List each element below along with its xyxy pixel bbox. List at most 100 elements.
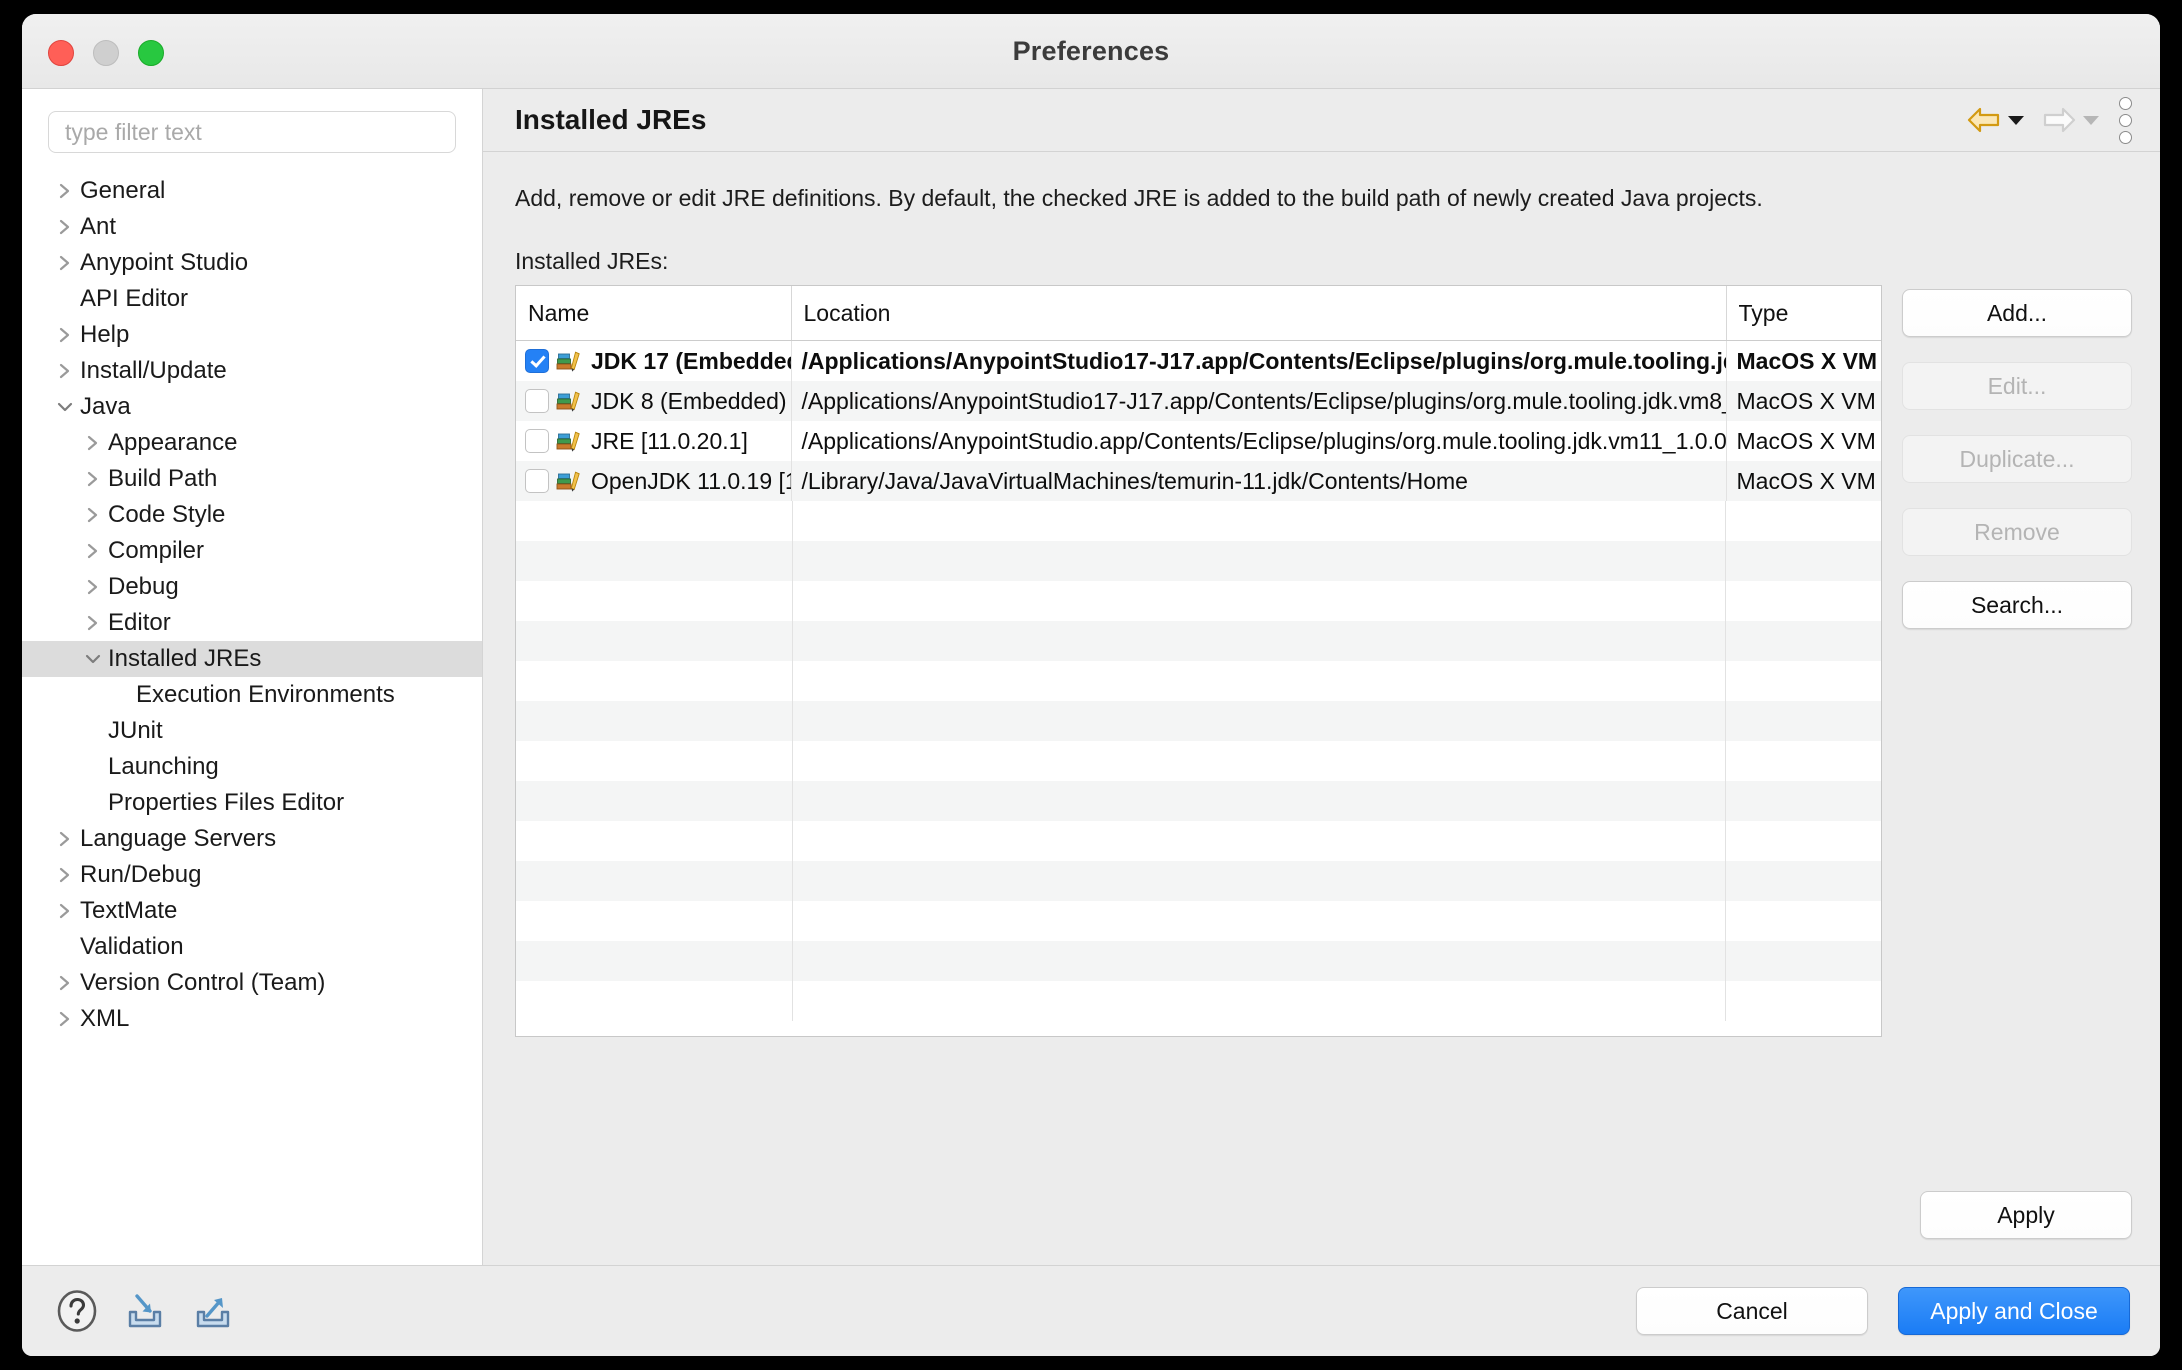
jre-location: /Applications/AnypointStudio.app/Content…	[801, 427, 1726, 454]
sidebar-item-debug[interactable]: Debug	[22, 569, 482, 605]
chevron-right-icon[interactable]	[50, 181, 80, 201]
chevron-right-icon[interactable]	[78, 613, 108, 633]
chevron-right-icon[interactable]	[78, 505, 108, 525]
edit-button: Edit...	[1902, 362, 2132, 410]
remove-button: Remove	[1902, 508, 2132, 556]
sidebar-item-build-path[interactable]: Build Path	[22, 461, 482, 497]
table-row[interactable]: JDK 17 (Embedded) (default) /Applications…	[516, 340, 1881, 382]
cell-type: MacOS X VM	[1725, 421, 1881, 461]
cell-name: OpenJDK 11.0.19 [11.0.19]	[516, 461, 791, 501]
apply-button[interactable]: Apply	[1920, 1191, 2132, 1239]
jre-checkbox[interactable]	[525, 469, 549, 493]
sidebar-item-label: Debug	[108, 573, 179, 600]
chevron-right-icon[interactable]	[78, 577, 108, 597]
chevron-right-icon[interactable]	[78, 433, 108, 453]
cell-name: JDK 17 (Embedded) (default)	[516, 341, 791, 382]
sidebar-item-label: Help	[80, 321, 130, 348]
table-empty-row	[516, 861, 1881, 901]
chevron-right-icon[interactable]	[78, 541, 108, 561]
sidebar-item-label: Installed JREs	[108, 645, 262, 672]
sidebar-item-xml[interactable]: XML	[22, 1001, 482, 1037]
jre-checkbox[interactable]	[525, 349, 549, 373]
sidebar-item-install-update[interactable]: Install/Update	[22, 353, 482, 389]
chevron-right-icon[interactable]	[78, 469, 108, 489]
table-row[interactable]: JDK 8 (Embedded) /Applications/AnypointSt…	[516, 381, 1881, 421]
sidebar-item-general[interactable]: General	[22, 173, 482, 209]
table-body: JDK 17 (Embedded) (default) /Applications…	[516, 340, 1881, 501]
table-empty-row	[516, 581, 1881, 621]
sidebar-item-anypoint-studio[interactable]: Anypoint Studio	[22, 245, 482, 281]
sidebar-item-label: TextMate	[80, 897, 178, 924]
jre-checkbox[interactable]	[525, 389, 549, 413]
view-menu-icon[interactable]	[2119, 96, 2132, 144]
back-arrow-icon[interactable]	[1967, 106, 2024, 134]
help-icon[interactable]	[54, 1288, 100, 1334]
sidebar-item-code-style[interactable]: Code Style	[22, 497, 482, 533]
chevron-right-icon[interactable]	[50, 325, 80, 345]
sidebar-item-version-control-team[interactable]: Version Control (Team)	[22, 965, 482, 1001]
chevron-right-icon[interactable]	[50, 217, 80, 237]
sidebar-item-help[interactable]: Help	[22, 317, 482, 353]
cell-location: /Applications/AnypointStudio.app/Content…	[790, 421, 1726, 461]
cancel-button[interactable]: Cancel	[1636, 1287, 1868, 1335]
sidebar-item-label: Ant	[80, 213, 117, 240]
jre-type: MacOS X VM	[1736, 387, 1876, 414]
import-icon[interactable]	[122, 1288, 168, 1334]
chevron-right-icon[interactable]	[50, 829, 80, 849]
add-button[interactable]: Add...	[1902, 289, 2132, 337]
table-and-buttons-row: Name Location Type JDK 17 (Embedded) (de…	[483, 285, 2160, 1161]
filter-input[interactable]	[48, 111, 456, 153]
column-header-name[interactable]: Name	[516, 286, 791, 341]
sidebar-item-label: Language Servers	[80, 825, 277, 852]
sidebar-item-label: Anypoint Studio	[80, 249, 249, 276]
jre-name: JDK 8 (Embedded)	[591, 387, 787, 414]
apply-row: Apply	[483, 1161, 2160, 1265]
sidebar-item-textmate[interactable]: TextMate	[22, 893, 482, 929]
jre-name: JDK 17 (Embedded) (default)	[591, 347, 791, 374]
cell-type: MacOS X VM	[1725, 461, 1881, 501]
chevron-right-icon[interactable]	[50, 973, 80, 993]
cell-type: MacOS X VM	[1725, 340, 1881, 381]
installed-jres-table: Name Location Type JDK 17 (Embedded) (de…	[516, 286, 1881, 501]
sidebar-item-java[interactable]: Java	[22, 389, 482, 425]
sidebar-item-launching[interactable]: Launching	[22, 749, 482, 785]
chevron-right-icon[interactable]	[50, 361, 80, 381]
sidebar-item-validation[interactable]: Validation	[22, 929, 482, 965]
sidebar-item-appearance[interactable]: Appearance	[22, 425, 482, 461]
sidebar-item-execution-environments[interactable]: Execution Environments	[22, 677, 482, 713]
apply-and-close-button[interactable]: Apply and Close	[1898, 1287, 2130, 1335]
jre-library-icon	[556, 349, 584, 373]
window-body: General Ant Anypoint Studio API Editor Help I…	[22, 89, 2160, 1265]
chevron-right-icon[interactable]	[50, 253, 80, 273]
search-button[interactable]: Search...	[1902, 581, 2132, 629]
table-row[interactable]: OpenJDK 11.0.19 [11.0.19] /Library/Java/J…	[516, 461, 1881, 501]
sidebar-item-installed-jres[interactable]: Installed JREs	[22, 641, 482, 677]
chevron-right-icon[interactable]	[50, 901, 80, 921]
sidebar-item-api-editor[interactable]: API Editor	[22, 281, 482, 317]
cell-location: /Library/Java/JavaVirtualMachines/temuri…	[790, 461, 1726, 501]
page-nav-icons	[1967, 96, 2132, 144]
table-row[interactable]: JRE [11.0.20.1] /Applications/AnypointStu…	[516, 421, 1881, 461]
chevron-right-icon[interactable]	[50, 865, 80, 885]
sidebar-item-compiler[interactable]: Compiler	[22, 533, 482, 569]
sidebar-item-label: Install/Update	[80, 357, 227, 384]
export-icon[interactable]	[190, 1288, 236, 1334]
table-action-buttons: Add... Edit... Duplicate... Remove Search...	[1882, 285, 2132, 629]
column-header-location[interactable]: Location	[790, 286, 1726, 341]
chevron-down-icon[interactable]	[50, 400, 80, 414]
sidebar-item-ant[interactable]: Ant	[22, 209, 482, 245]
column-header-type[interactable]: Type	[1725, 286, 1881, 341]
jre-name: JRE [11.0.20.1]	[591, 427, 748, 454]
sidebar-item-editor[interactable]: Editor	[22, 605, 482, 641]
chevron-down-icon[interactable]	[78, 652, 108, 666]
chevron-right-icon[interactable]	[50, 1009, 80, 1029]
sidebar-item-label: Validation	[80, 933, 184, 960]
back-dropdown-caret[interactable]	[2008, 115, 2024, 125]
sidebar-item-properties-files-editor[interactable]: Properties Files Editor	[22, 785, 482, 821]
sidebar-item-language-servers[interactable]: Language Servers	[22, 821, 482, 857]
jre-checkbox[interactable]	[525, 429, 549, 453]
sidebar-item-label: Compiler	[108, 537, 205, 564]
sidebar-item-junit[interactable]: JUnit	[22, 713, 482, 749]
sidebar-item-run-debug[interactable]: Run/Debug	[22, 857, 482, 893]
jre-library-icon	[556, 429, 584, 453]
